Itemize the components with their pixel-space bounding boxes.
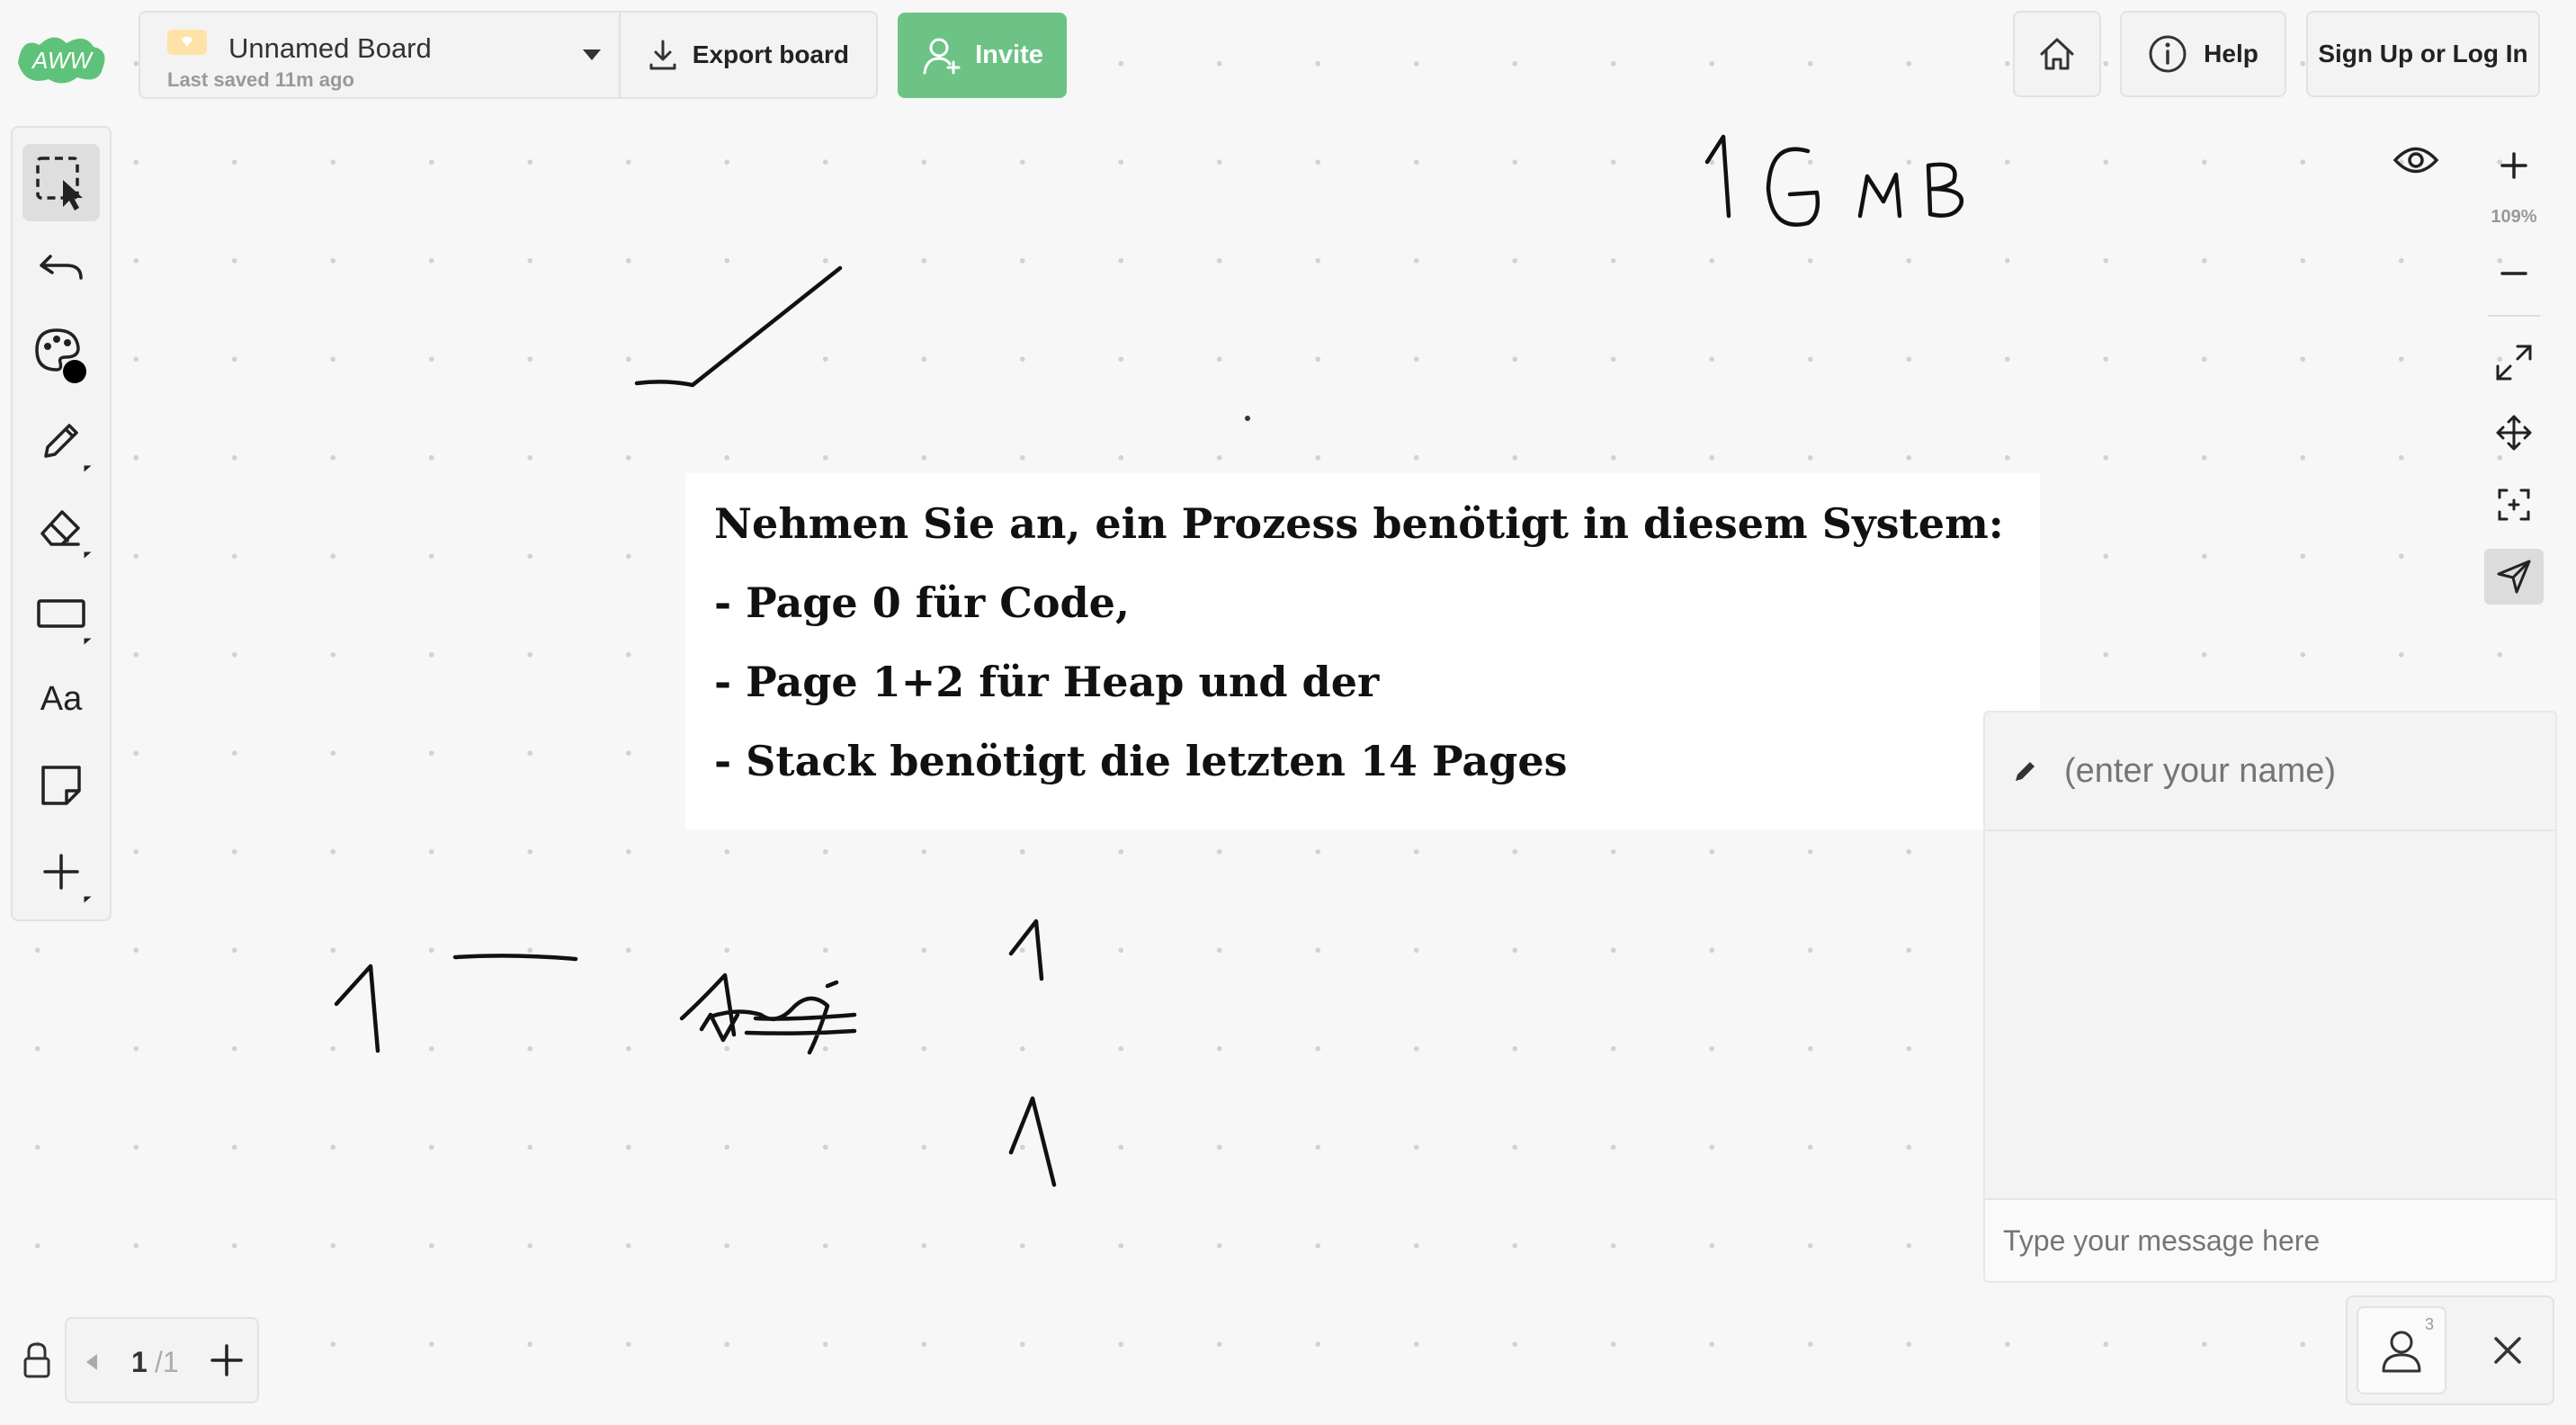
chat-message-input[interactable] <box>1985 1198 2555 1281</box>
handwritten-checkmark <box>634 265 843 388</box>
add-page-button[interactable] <box>201 1333 252 1387</box>
lock-icon <box>23 1342 50 1378</box>
home-icon <box>2040 38 2074 70</box>
current-page: 1 <box>131 1346 148 1378</box>
pencil-icon <box>44 424 78 458</box>
export-board-button[interactable]: Export board <box>618 13 876 97</box>
info-icon <box>2149 35 2187 73</box>
handwritten-scribble <box>679 972 857 1055</box>
page-navigator: 1 /1 <box>65 1317 259 1403</box>
plus-icon <box>210 1344 243 1376</box>
zoom-divider <box>2488 315 2540 317</box>
handwritten-one-bottom <box>1008 1096 1057 1188</box>
help-label: Help <box>2204 40 2258 67</box>
eye-icon <box>2393 147 2439 174</box>
color-picker-tool[interactable] <box>22 317 100 394</box>
expand-icon <box>2496 345 2532 381</box>
close-icon <box>2494 1337 2521 1364</box>
chat-name-input[interactable] <box>2062 750 2516 792</box>
eraser-icon <box>40 510 80 546</box>
text-tool[interactable]: Aa <box>22 661 100 739</box>
caret-down-icon <box>582 49 601 60</box>
add-user-icon <box>923 38 961 74</box>
edit-pencil-icon <box>2016 762 2035 781</box>
follow-presenter-button[interactable] <box>2484 549 2544 605</box>
rectangle-icon <box>37 599 85 628</box>
text-line: Nehmen Sie an, ein Prozess benötigt in d… <box>714 499 2004 548</box>
add-tool[interactable] <box>22 833 100 910</box>
download-icon <box>649 40 676 70</box>
plus-icon <box>2500 152 2527 179</box>
focus-icon <box>2498 488 2530 521</box>
sticky-note-icon <box>41 766 81 806</box>
board-title[interactable]: Unnamed Board <box>228 32 504 65</box>
text-line: - Page 1+2 für Heap und der <box>714 658 1380 706</box>
eraser-tool[interactable] <box>22 488 100 566</box>
close-chat-button[interactable] <box>2472 1310 2544 1391</box>
dot-mark <box>1245 416 1250 421</box>
zoom-in-button[interactable] <box>2484 140 2544 191</box>
submenu-arrow-icon <box>84 638 92 645</box>
total-pages: /1 <box>155 1346 179 1378</box>
help-button[interactable]: Help <box>2120 11 2286 97</box>
plus-icon <box>43 854 79 890</box>
board-bar: Unnamed Board Last saved 11m ago Export … <box>139 11 878 99</box>
board-title-group[interactable]: Unnamed Board Last saved 11m ago <box>167 32 504 92</box>
pan-button[interactable] <box>2484 405 2544 461</box>
fullscreen-button[interactable] <box>2484 335 2544 390</box>
prev-page-button[interactable] <box>74 1337 110 1387</box>
users-button[interactable]: 3 <box>2357 1306 2446 1394</box>
center-view-button[interactable] <box>2484 477 2544 533</box>
select-tool[interactable] <box>22 144 100 221</box>
chat-panel <box>1983 711 2557 1283</box>
pencil-tool[interactable] <box>22 402 100 479</box>
text-tool-label: Aa <box>40 680 83 719</box>
select-icon <box>36 157 83 211</box>
view-mode-button[interactable] <box>2382 131 2450 189</box>
submenu-arrow-icon <box>84 896 92 903</box>
home-button[interactable] <box>2013 11 2101 97</box>
minus-icon <box>2500 272 2527 275</box>
shape-tool[interactable] <box>22 575 100 652</box>
app-logo[interactable]: AWW <box>13 27 112 90</box>
sign-up-login-button[interactable]: Sign Up or Log In <box>2306 11 2540 97</box>
user-icon <box>2382 1331 2421 1373</box>
lock-board-button[interactable] <box>14 1337 59 1384</box>
handwritten-one-top <box>1008 919 1044 981</box>
collaborators-panel: 3 <box>2346 1295 2554 1405</box>
sticky-note-tool[interactable] <box>22 747 100 824</box>
submenu-arrow-icon <box>84 465 92 472</box>
zoom-out-button[interactable] <box>2484 248 2544 299</box>
undo-button[interactable] <box>22 230 100 308</box>
invite-label: Invite <box>975 40 1043 69</box>
undo-icon <box>40 254 83 280</box>
move-icon <box>2496 415 2532 451</box>
board-menu-button[interactable] <box>565 13 619 97</box>
send-icon <box>2497 560 2531 594</box>
zoom-level: 109% <box>2491 207 2537 227</box>
text-line: - Page 0 für Code, <box>714 578 1130 627</box>
export-board-label: Export board <box>692 40 849 68</box>
handwritten-dash <box>452 954 578 962</box>
invite-button[interactable]: Invite <box>898 13 1067 98</box>
left-toolbar: Aa <box>11 126 112 921</box>
last-saved-label: Last saved 11m ago <box>167 68 354 91</box>
sign-up-login-label: Sign Up or Log In <box>2318 40 2528 67</box>
text-line: - Stack benötigt die letzten 14 Pages <box>714 737 1568 785</box>
logo-text: AWW <box>31 47 94 74</box>
palette-icon <box>35 328 86 384</box>
handwritten-16mb <box>1704 134 1964 227</box>
canvas-text-box[interactable]: Nehmen Sie an, ein Prozess benötigt in d… <box>685 473 2040 829</box>
submenu-arrow-icon <box>84 551 92 559</box>
chat-name-row <box>1985 712 2555 831</box>
user-count-badge: 3 <box>2424 1315 2434 1333</box>
handwritten-one-left <box>334 963 380 1053</box>
chevron-left-icon <box>86 1354 97 1370</box>
